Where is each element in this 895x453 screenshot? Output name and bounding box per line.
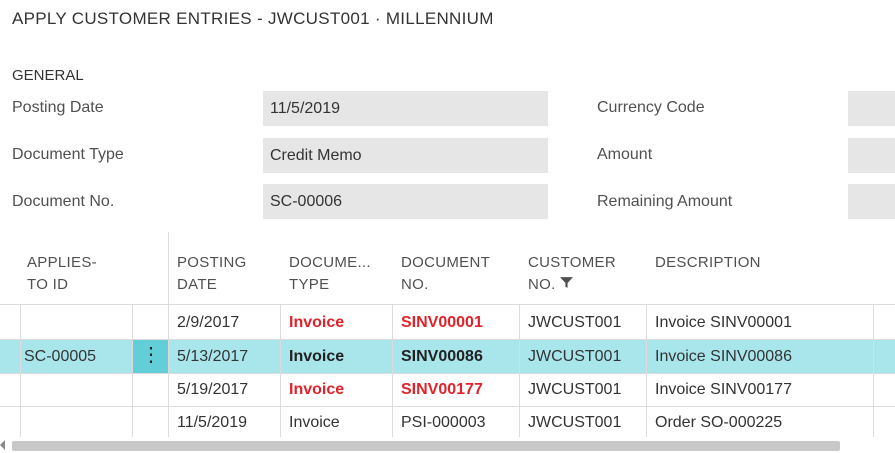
document-type-cell: Invoice <box>289 348 345 365</box>
posting-date-cell: 5/13/2017 <box>177 348 249 365</box>
currency-code-field[interactable] <box>848 91 895 126</box>
posting-date-cell: 11/5/2019 <box>177 414 247 431</box>
column-divider <box>280 304 281 437</box>
table-row[interactable]: 5/19/2017 Invoice SINV00177 JWCUST001 In… <box>0 373 895 406</box>
description-cell: Invoice SINV00086 <box>655 348 792 365</box>
remaining-amount-field[interactable] <box>848 184 895 219</box>
header-divider <box>168 232 169 304</box>
document-no-cell[interactable]: PSI-000003 <box>401 406 486 439</box>
column-header-customer-no[interactable]: CUSTOMER NO. <box>528 252 616 296</box>
table-row-selected[interactable]: SC-00005 ⋮ 5/13/2017 Invoice SINV00086 J… <box>0 340 895 373</box>
customer-no-cell: JWCUST001 <box>528 381 622 398</box>
column-divider <box>646 304 647 437</box>
document-type-cell: Invoice <box>289 381 345 398</box>
posting-date-label: Posting Date <box>12 99 104 116</box>
document-type-cell: Invoice <box>289 314 345 331</box>
column-divider <box>873 304 874 437</box>
remaining-amount-label: Remaining Amount <box>597 193 733 210</box>
document-no-cell[interactable]: SINV00001 <box>401 306 483 339</box>
column-divider <box>392 304 393 437</box>
column-divider <box>519 304 520 437</box>
column-header-description[interactable]: DESCRIPTION <box>655 252 761 274</box>
table-row[interactable]: 11/5/2019 Invoice PSI-000003 JWCUST001 O… <box>0 406 895 439</box>
document-no-field[interactable]: SC-00006 <box>263 184 548 219</box>
document-no-cell[interactable]: SINV00086 <box>401 340 483 373</box>
posting-date-cell: 2/9/2017 <box>177 314 240 331</box>
scrollbar-thumb[interactable] <box>12 441 840 451</box>
general-section-title[interactable]: GENERAL <box>12 67 84 84</box>
amount-label: Amount <box>597 146 653 163</box>
customer-no-cell: JWCUST001 <box>528 314 622 331</box>
vertical-ellipsis-icon[interactable]: ⋮ <box>133 340 169 373</box>
document-type-label: Document Type <box>12 146 124 163</box>
column-header-posting-date[interactable]: POSTING DATE <box>177 252 247 296</box>
page-title: APPLY CUSTOMER ENTRIES - JWCUST001 · MIL… <box>12 9 494 28</box>
amount-field[interactable] <box>848 138 895 173</box>
description-cell: Invoice SINV00001 <box>655 314 792 331</box>
column-header-document-type[interactable]: DOCUME... TYPE <box>289 252 371 296</box>
scroll-left-icon[interactable] <box>0 440 5 450</box>
posting-date-field[interactable]: 11/5/2019 <box>263 91 548 126</box>
row-divider <box>0 304 895 305</box>
column-divider <box>20 304 21 437</box>
column-divider <box>168 304 169 437</box>
applies-to-id-cell[interactable]: SC-00005 <box>24 340 96 373</box>
column-header-document-no[interactable]: DOCUMENT NO. <box>401 252 490 296</box>
customer-no-cell: JWCUST001 <box>528 348 622 365</box>
column-divider <box>132 304 133 437</box>
funnel-icon[interactable] <box>559 274 573 296</box>
document-type-field[interactable]: Credit Memo <box>263 138 548 173</box>
posting-date-cell: 5/19/2017 <box>177 381 249 398</box>
table-row[interactable]: 2/9/2017 Invoice SINV00001 JWCUST001 Inv… <box>0 306 895 339</box>
description-cell: Invoice SINV00177 <box>655 381 792 398</box>
column-header-applies-to-id[interactable]: APPLIES- TO ID <box>27 252 97 296</box>
customer-no-cell: JWCUST001 <box>528 414 622 431</box>
description-cell: Order SO-000225 <box>655 414 783 431</box>
currency-code-label: Currency Code <box>597 99 705 116</box>
document-type-cell: Invoice <box>289 414 340 431</box>
document-no-label: Document No. <box>12 193 115 210</box>
document-no-cell[interactable]: SINV00177 <box>401 373 483 406</box>
